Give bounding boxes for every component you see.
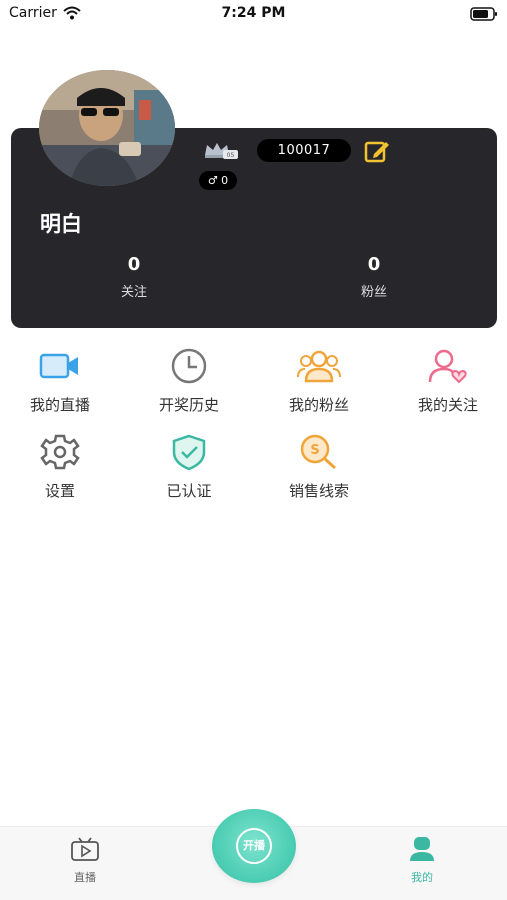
- clock-icon: [129, 348, 249, 384]
- svg-text:05: 05: [227, 152, 235, 159]
- go-live-button[interactable]: 开播: [212, 809, 296, 883]
- crown-badge-icon: 05: [203, 142, 239, 164]
- edit-profile-icon[interactable]: [364, 139, 390, 167]
- menu-my-fans[interactable]: 我的粉丝: [259, 348, 379, 415]
- tab-mine[interactable]: 我的: [382, 837, 462, 885]
- gear-icon: [0, 434, 120, 470]
- video-camera-icon: [0, 348, 120, 384]
- status-bar: Carrier 7:24 PM: [0, 0, 507, 28]
- fans-label: 粉丝: [360, 285, 387, 300]
- menu-draw-history[interactable]: 开奖历史: [129, 348, 249, 415]
- person-heart-icon: [388, 348, 507, 384]
- user-id-badge: 100017: [257, 139, 351, 162]
- tv-play-icon: [71, 837, 99, 865]
- avatar[interactable]: [39, 70, 175, 186]
- battery-icon: [470, 6, 498, 25]
- menu-verified[interactable]: 已认证: [129, 434, 249, 501]
- menu-settings[interactable]: 设置: [0, 434, 120, 501]
- user-profile-icon: [408, 837, 436, 865]
- menu-sales-leads[interactable]: S 销售线索: [259, 434, 379, 501]
- menu-my-live[interactable]: 我的直播: [0, 348, 120, 415]
- menu-label: 销售线索: [288, 482, 349, 500]
- svg-text:S: S: [310, 443, 319, 458]
- clock-time: 7:24 PM: [221, 5, 286, 21]
- menu-label: 已认证: [166, 482, 212, 500]
- group-icon: [259, 348, 379, 384]
- fans-count: 0: [367, 254, 381, 275]
- fans-stat[interactable]: 0 粉丝: [294, 254, 454, 300]
- following-stat[interactable]: 0 关注: [54, 254, 214, 300]
- menu-label: 我的直播: [29, 396, 90, 414]
- gender-badge: ♂ 0: [199, 171, 237, 190]
- menu-label: 我的粉丝: [288, 396, 349, 414]
- go-live-label: 开播: [236, 828, 272, 864]
- profile-screen: Carrier 7:24 PM 05 100017 ♂ 0 明白 0 关注 0 …: [0, 0, 507, 900]
- menu-label: 我的关注: [417, 396, 478, 414]
- menu-label: 开奖历史: [158, 396, 219, 414]
- money-search-icon: S: [259, 434, 379, 470]
- shield-check-icon: [129, 434, 249, 471]
- tab-live[interactable]: 直播: [45, 837, 125, 885]
- tab-mine-label: 我的: [411, 871, 433, 884]
- menu-my-following[interactable]: 我的关注: [388, 348, 507, 415]
- username: 明白: [40, 212, 82, 236]
- menu-label: 设置: [44, 482, 75, 500]
- following-label: 关注: [120, 285, 147, 300]
- tab-live-label: 直播: [74, 871, 96, 884]
- following-count: 0: [127, 254, 141, 275]
